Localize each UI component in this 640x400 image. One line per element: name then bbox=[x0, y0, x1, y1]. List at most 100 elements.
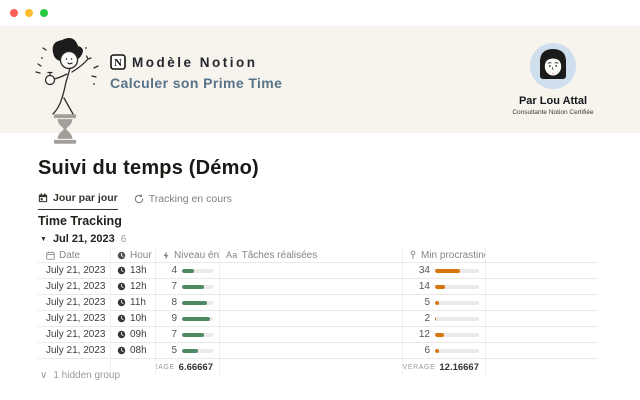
table-row[interactable]: July 21, 2023 13h 4 34 bbox=[38, 263, 598, 279]
cell-date[interactable]: July 21, 2023 bbox=[38, 279, 111, 294]
section-title: Time Tracking bbox=[38, 214, 122, 228]
notion-logo-icon: N bbox=[110, 54, 126, 70]
tab-label: Jour par jour bbox=[53, 192, 118, 204]
page-banner: N Modèle Notion Calculer son Prime Time … bbox=[0, 26, 640, 133]
cell-hour[interactable]: 09h bbox=[111, 327, 156, 342]
energy-bar bbox=[182, 349, 213, 353]
cell-tasks[interactable] bbox=[220, 311, 403, 326]
text-property-icon: Aa bbox=[226, 250, 238, 260]
view-tabs: Jour par jour Tracking en cours bbox=[38, 192, 232, 210]
cell-procrastinated[interactable]: 34 bbox=[403, 263, 486, 278]
cell-energy[interactable]: 7 bbox=[156, 279, 220, 294]
energy-average[interactable]: AVERAGE 6.66667 bbox=[156, 359, 220, 375]
cell-date[interactable]: July 21, 2023 bbox=[38, 327, 111, 342]
column-header-spacer bbox=[486, 248, 598, 262]
cell-spacer bbox=[486, 263, 598, 278]
cell-hour[interactable]: 10h bbox=[111, 311, 156, 326]
procrastinated-bar bbox=[435, 285, 479, 289]
cell-tasks[interactable] bbox=[220, 295, 403, 310]
hidden-group-toggle[interactable]: ∨ 1 hidden group bbox=[40, 370, 120, 381]
clock-icon bbox=[117, 266, 126, 275]
author-profile: Par Lou Attal Consultante Notion Certifi… bbox=[505, 42, 601, 116]
cell-procrastinated[interactable]: 14 bbox=[403, 279, 486, 294]
column-header-procrastinated[interactable]: Min procrastinées bbox=[403, 248, 486, 262]
clock-icon bbox=[117, 298, 126, 307]
triangle-toggle-icon[interactable]: ▼ bbox=[40, 236, 47, 243]
energy-bar bbox=[182, 285, 213, 289]
cell-tasks[interactable] bbox=[220, 327, 403, 342]
brand-block: N Modèle Notion Calculer son Prime Time bbox=[110, 54, 282, 91]
slider-icon bbox=[409, 250, 417, 260]
cell-tasks[interactable] bbox=[220, 263, 403, 278]
energy-bar bbox=[182, 317, 213, 321]
cell-date[interactable]: July 21, 2023 bbox=[38, 343, 111, 358]
cell-procrastinated[interactable]: 12 bbox=[403, 327, 486, 342]
time-tracking-table: Date Hour Niveau énergie Aa Tâches réali… bbox=[38, 248, 598, 375]
cell-tasks[interactable] bbox=[220, 279, 403, 294]
cell-hour[interactable]: 11h bbox=[111, 295, 156, 310]
cell-energy[interactable]: 9 bbox=[156, 311, 220, 326]
cell-hour[interactable]: 13h bbox=[111, 263, 156, 278]
cell-procrastinated[interactable]: 6 bbox=[403, 343, 486, 358]
tab-label: Tracking en cours bbox=[149, 193, 232, 205]
cell-tasks[interactable] bbox=[220, 343, 403, 358]
cell-energy[interactable]: 7 bbox=[156, 327, 220, 342]
calendar-icon bbox=[46, 251, 55, 260]
cell-spacer bbox=[486, 327, 598, 342]
zoom-window-button[interactable] bbox=[40, 9, 48, 17]
window-titlebar bbox=[0, 0, 640, 26]
group-toggle[interactable]: ▼ Jul 21, 2023 6 bbox=[40, 233, 126, 245]
cell-energy[interactable]: 8 bbox=[156, 295, 220, 310]
cell-spacer bbox=[486, 279, 598, 294]
minimize-window-button[interactable] bbox=[25, 9, 33, 17]
tab-tracking-en-cours[interactable]: Tracking en cours bbox=[134, 192, 232, 210]
table-row[interactable]: July 21, 2023 10h 9 2 bbox=[38, 311, 598, 327]
group-count: 6 bbox=[121, 234, 127, 245]
energy-bar bbox=[182, 333, 213, 337]
brand-title: Modèle Notion bbox=[132, 55, 258, 70]
cell-hour[interactable]: 08h bbox=[111, 343, 156, 358]
clock-icon bbox=[117, 251, 126, 260]
energy-bar bbox=[182, 269, 213, 273]
table-row[interactable]: July 21, 2023 08h 5 6 bbox=[38, 343, 598, 359]
svg-text:N: N bbox=[114, 58, 122, 69]
table-row[interactable]: July 21, 2023 12h 7 14 bbox=[38, 279, 598, 295]
cell-energy[interactable]: 5 bbox=[156, 343, 220, 358]
table-footer-row: AVERAGE 6.66667 AVERAGE 12.16667 bbox=[38, 359, 598, 375]
column-header-energy[interactable]: Niveau énergie bbox=[156, 248, 220, 262]
clock-icon bbox=[117, 314, 126, 323]
cell-procrastinated[interactable]: 2 bbox=[403, 311, 486, 326]
cell-date[interactable]: July 21, 2023 bbox=[38, 263, 111, 278]
cell-procrastinated[interactable]: 5 bbox=[403, 295, 486, 310]
close-window-button[interactable] bbox=[10, 9, 18, 17]
column-header-hour[interactable]: Hour bbox=[111, 248, 156, 262]
hourglass-icon[interactable] bbox=[50, 113, 80, 145]
cell-hour[interactable]: 12h bbox=[111, 279, 156, 294]
calendar-view-icon bbox=[38, 193, 48, 203]
procrastinated-bar bbox=[435, 349, 479, 353]
table-row[interactable]: July 21, 2023 09h 7 12 bbox=[38, 327, 598, 343]
tab-jour-par-jour[interactable]: Jour par jour bbox=[38, 192, 118, 210]
table-row[interactable]: July 21, 2023 11h 8 5 bbox=[38, 295, 598, 311]
procrastinated-bar bbox=[435, 333, 479, 337]
cell-date[interactable]: July 21, 2023 bbox=[38, 295, 111, 310]
energy-bar bbox=[182, 301, 213, 305]
refresh-icon bbox=[134, 194, 144, 204]
procrastinated-average[interactable]: AVERAGE 12.16667 bbox=[403, 359, 486, 375]
table-header-row: Date Hour Niveau énergie Aa Tâches réali… bbox=[38, 248, 598, 263]
cell-spacer bbox=[486, 295, 598, 310]
brand-subtitle: Calculer son Prime Time bbox=[110, 75, 282, 91]
doodle-illustration bbox=[24, 34, 108, 124]
clock-icon bbox=[117, 346, 126, 355]
column-header-date[interactable]: Date bbox=[38, 248, 111, 262]
author-role: Consultante Notion Certifiée bbox=[505, 109, 601, 116]
chevron-down-icon: ∨ bbox=[40, 370, 47, 381]
cell-date[interactable]: July 21, 2023 bbox=[38, 311, 111, 326]
lightning-icon bbox=[162, 251, 170, 260]
procrastinated-bar bbox=[435, 301, 479, 305]
column-header-tasks[interactable]: Aa Tâches réalisées bbox=[220, 248, 403, 262]
cell-spacer bbox=[486, 343, 598, 358]
cell-spacer bbox=[486, 311, 598, 326]
hidden-group-label: 1 hidden group bbox=[53, 370, 120, 381]
cell-energy[interactable]: 4 bbox=[156, 263, 220, 278]
